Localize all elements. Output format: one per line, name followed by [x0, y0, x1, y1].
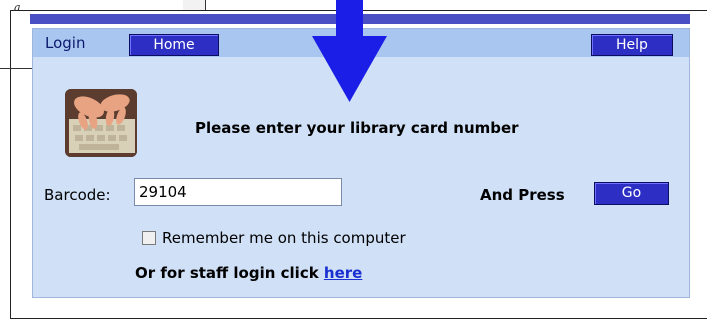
press-label: And Press — [480, 186, 565, 204]
remember-me-checkbox[interactable] — [142, 231, 156, 245]
staff-login-text: Or for staff login click here — [135, 264, 362, 282]
remember-me-row: Remember me on this computer — [142, 229, 406, 247]
staff-login-prefix: Or for staff login click — [135, 264, 324, 282]
barcode-input[interactable] — [134, 178, 342, 206]
page-heading: Please enter your library card number — [195, 119, 519, 137]
login-nav-label: Login — [45, 34, 86, 52]
barcode-label: Barcode: — [44, 186, 111, 204]
remember-me-label[interactable]: Remember me on this computer — [162, 229, 406, 247]
keyboard-typing-image — [65, 89, 137, 157]
go-button[interactable]: Go — [594, 182, 669, 205]
staff-login-link[interactable]: here — [324, 264, 362, 282]
home-button[interactable]: Home — [129, 34, 219, 56]
down-arrow-icon — [312, 0, 387, 102]
help-button[interactable]: Help — [591, 34, 673, 56]
